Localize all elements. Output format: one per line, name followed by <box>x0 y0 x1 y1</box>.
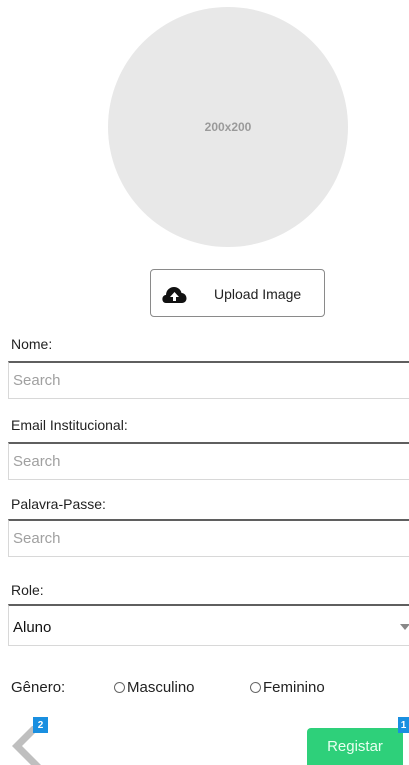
avatar-placeholder: 200x200 <box>108 7 348 247</box>
register-badge: 1 <box>398 717 409 733</box>
gender-label: Gênero: <box>11 679 66 696</box>
upload-image-label: Upload Image <box>214 286 302 302</box>
gender-radio-feminino[interactable]: Feminino <box>250 679 325 696</box>
gender-option-label: Masculino <box>127 679 195 696</box>
upload-image-button[interactable]: Upload Image <box>150 269 325 317</box>
back-badge: 2 <box>33 717 48 733</box>
register-button[interactable]: Registar <box>307 728 403 765</box>
password-label: Palavra-Passe: <box>11 496 106 512</box>
role-select[interactable]: Aluno <box>8 604 409 646</box>
role-label: Role: <box>11 582 44 598</box>
gender-option-label: Feminino <box>263 679 325 696</box>
registration-page: 200x200 Upload Image Nome: Email Institu… <box>0 0 409 765</box>
avatar-size-label: 200x200 <box>204 120 252 134</box>
email-input[interactable] <box>8 442 409 480</box>
name-input[interactable] <box>8 361 409 399</box>
chevron-down-icon <box>400 624 409 630</box>
gender-radio-masculino[interactable]: Masculino <box>114 679 195 696</box>
radio-circle-icon <box>250 682 261 693</box>
role-selected-value: Aluno <box>13 619 52 636</box>
radio-circle-icon <box>114 682 125 693</box>
password-input[interactable] <box>8 519 409 557</box>
name-label: Nome: <box>11 336 53 352</box>
email-label: Email Institucional: <box>11 417 128 433</box>
cloud-upload-icon <box>162 287 187 303</box>
